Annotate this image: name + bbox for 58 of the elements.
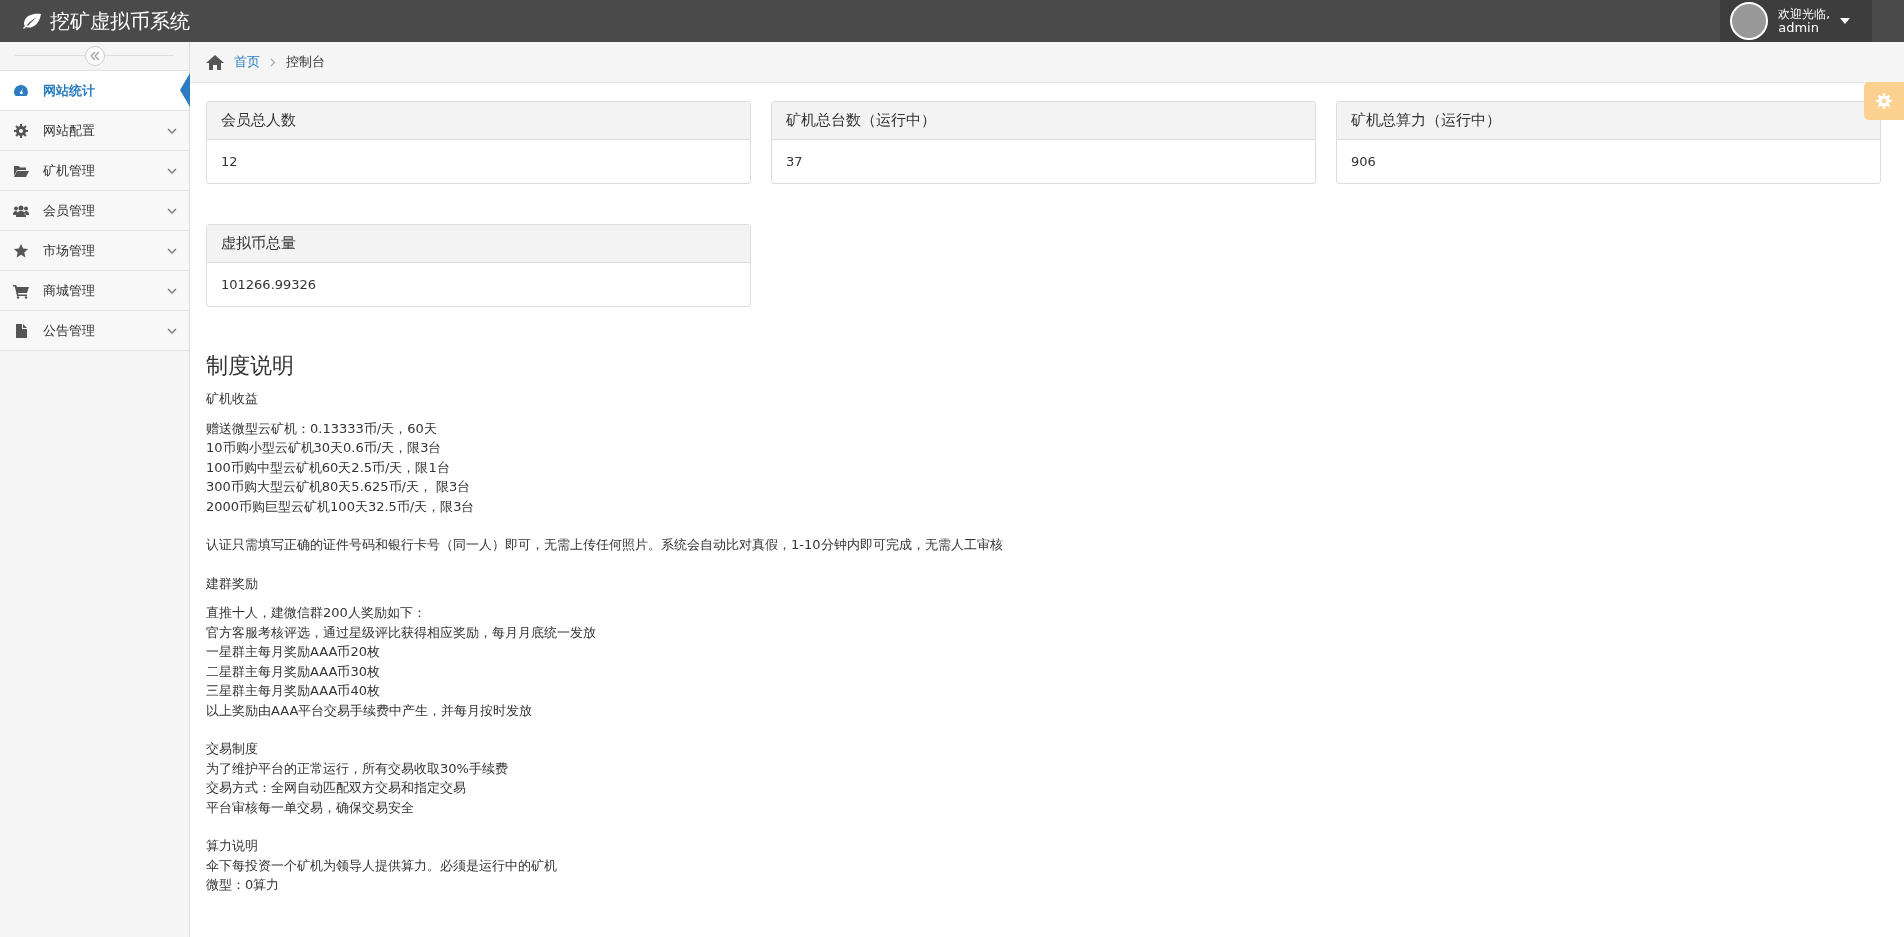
dashboard-icon (13, 82, 29, 99)
sidebar-item[interactable]: 网站统计 (0, 70, 189, 110)
username: admin (1778, 21, 1820, 35)
text-line: 直推十人，建微信群200人奖励如下： (206, 604, 427, 622)
home-icon (206, 54, 224, 70)
chevron-down-icon (167, 127, 177, 134)
settings-icon (1875, 92, 1893, 110)
card-title: 虚拟币总量 (207, 225, 750, 263)
card-value: 101266.99326 (220, 276, 318, 294)
text-line: 10币购小型云矿机30天0.6币/天，限3台 (206, 439, 443, 457)
text-line: 平台审核每一单交易，确保交易安全 (206, 798, 415, 817)
card-value: 37 (785, 153, 804, 171)
chevron-right-icon (270, 57, 276, 67)
text-line: 一星群主每月奖励AAA币20枚 (206, 643, 381, 661)
text-line: 100币购中型云矿机60天2.5币/天，限1台 (206, 458, 451, 477)
user-menu[interactable]: 欢迎光临, admin (1720, 0, 1872, 42)
text-line: 伞下每投资一个矿机为领导人提供算力。必须是运行中的矿机 (206, 856, 558, 875)
avatar (1730, 2, 1769, 40)
text-line: 认证只需填写正确的证件号码和银行卡号（同一人）即可，无需上传任何照片。系统会自动比对真假，1-10分钟内即可完成，无需人工审核 (206, 536, 1004, 554)
card-value: 12 (220, 153, 239, 171)
text-line: 官方客服考核评选，通过星级评比获得相应奖励，每月月底统一发放 (206, 623, 597, 642)
text-line: 建群奖励 (206, 574, 259, 593)
star-icon (13, 242, 29, 259)
card-title: 矿机总台数（运行中） (772, 102, 1315, 140)
text-line: 赠送微型云矿机：0.13333币/天，60天 (206, 419, 438, 438)
breadcrumb-link[interactable]: 首页 (234, 53, 260, 71)
text-line: 交易制度 (206, 740, 259, 758)
double-chevron-left-icon (89, 52, 100, 60)
sidebar-item[interactable]: 公告管理 (0, 310, 189, 351)
caret-icon (1840, 18, 1850, 24)
welcome-text: 欢迎光临, (1778, 7, 1830, 21)
collapse-sidebar-button[interactable] (84, 46, 105, 66)
cart-icon (13, 282, 29, 299)
file-icon (13, 322, 29, 339)
chevron-down-icon (167, 287, 177, 294)
text-line: 300币购大型云矿机80天5.625币/天， 限3台 (206, 478, 472, 496)
text-line: 2000币购巨型云矿机100天32.5币/天，限3台 (206, 497, 476, 516)
section-title: 制度说明 (206, 352, 295, 380)
app-title: 挖矿虚拟币系统 (50, 7, 190, 35)
text-line: 以上奖励由AAA平台交易手续费中产生，并每月按时发放 (206, 701, 534, 720)
chevron-down-icon (167, 167, 177, 174)
text-line: 为了维护平台的正常运行，所有交易收取30%手续费 (206, 759, 509, 778)
breadcrumb-current: 控制台 (286, 53, 325, 71)
chevron-down-icon (167, 207, 177, 214)
text-line: 算力说明 (206, 837, 259, 855)
chevron-down-icon (167, 247, 177, 254)
card-title: 会员总人数 (207, 102, 750, 140)
leaf-icon (22, 13, 42, 29)
chevron-down-icon (167, 327, 177, 334)
settings-button[interactable] (1864, 82, 1904, 120)
text-line: 交易方式：全网自动匹配双方交易和指定交易 (206, 779, 467, 797)
settings-icon (13, 122, 29, 139)
text-line: 二星群主每月奖励AAA币30枚 (206, 662, 381, 681)
text-line: 三星群主每月奖励AAA币40枚 (206, 682, 381, 700)
text-line: 微型：0算力 (206, 876, 281, 894)
card-value: 906 (1350, 153, 1377, 171)
card-title: 矿机总算力（运行中） (1337, 102, 1880, 140)
text-line: 矿机收益 (206, 390, 259, 408)
